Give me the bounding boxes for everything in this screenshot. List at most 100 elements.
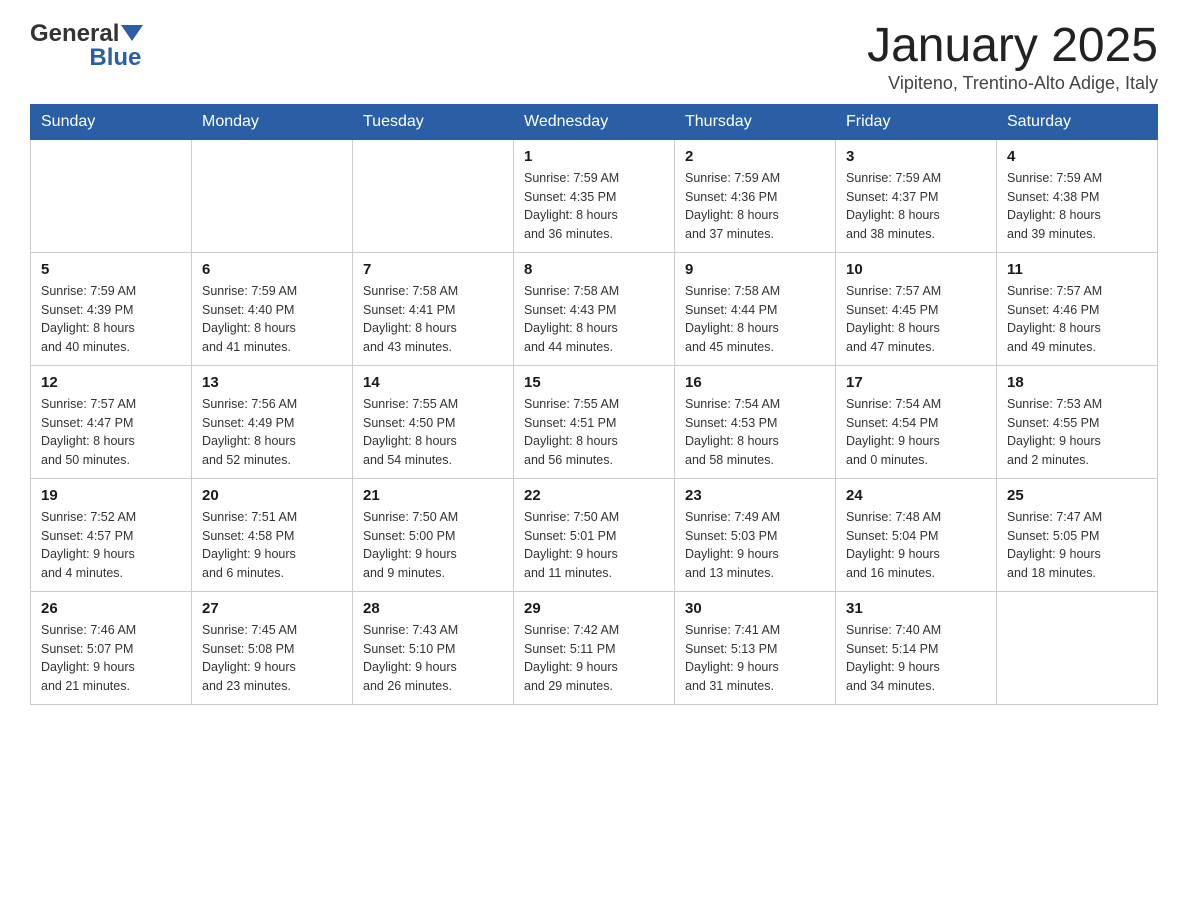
day-info: Sunrise: 7:51 AM Sunset: 4:58 PM Dayligh…	[202, 508, 342, 583]
day-info: Sunrise: 7:53 AM Sunset: 4:55 PM Dayligh…	[1007, 395, 1147, 470]
day-number: 9	[685, 261, 825, 278]
calendar-cell: 1 Sunrise: 7:59 AM Sunset: 4:35 PM Daylig…	[514, 139, 675, 252]
day-info: Sunrise: 7:48 AM Sunset: 5:04 PM Dayligh…	[846, 508, 986, 583]
day-number: 29	[524, 600, 664, 617]
calendar-cell: 10Sunrise: 7:57 AM Sunset: 4:45 PM Dayli…	[836, 252, 997, 365]
day-number: 26	[41, 600, 181, 617]
day-number: 5	[41, 261, 181, 278]
calendar-week-row: 19Sunrise: 7:52 AM Sunset: 4:57 PM Dayli…	[31, 478, 1158, 591]
calendar-cell: 8 Sunrise: 7:58 AM Sunset: 4:43 PM Daylig…	[514, 252, 675, 365]
day-number: 22	[524, 487, 664, 504]
calendar-week-row: 1 Sunrise: 7:59 AM Sunset: 4:35 PM Daylig…	[31, 139, 1158, 252]
day-info: Sunrise: 7:47 AM Sunset: 5:05 PM Dayligh…	[1007, 508, 1147, 583]
day-number: 21	[363, 487, 503, 504]
day-of-week-friday: Friday	[836, 104, 997, 139]
calendar-cell: 30 Sunrise: 7:41 AM Sunset: 5:13 PM Dayli…	[675, 591, 836, 704]
day-number: 4	[1007, 148, 1147, 165]
day-info: Sunrise: 7:55 AM Sunset: 4:51 PM Dayligh…	[524, 395, 664, 470]
day-number: 31	[846, 600, 986, 617]
day-number: 13	[202, 374, 342, 391]
day-of-week-sunday: Sunday	[31, 104, 192, 139]
calendar-cell: 24 Sunrise: 7:48 AM Sunset: 5:04 PM Dayli…	[836, 478, 997, 591]
title-area: January 2025 Vipiteno, Trentino-Alto Adi…	[867, 20, 1158, 94]
calendar-cell: 23Sunrise: 7:49 AM Sunset: 5:03 PM Dayli…	[675, 478, 836, 591]
day-number: 14	[363, 374, 503, 391]
day-info: Sunrise: 7:59 AM Sunset: 4:36 PM Dayligh…	[685, 169, 825, 244]
calendar-cell: 20 Sunrise: 7:51 AM Sunset: 4:58 PM Dayli…	[192, 478, 353, 591]
calendar-cell: 11Sunrise: 7:57 AM Sunset: 4:46 PM Dayli…	[997, 252, 1158, 365]
day-of-week-saturday: Saturday	[997, 104, 1158, 139]
calendar-week-row: 12Sunrise: 7:57 AM Sunset: 4:47 PM Dayli…	[31, 365, 1158, 478]
day-info: Sunrise: 7:58 AM Sunset: 4:44 PM Dayligh…	[685, 282, 825, 357]
day-number: 23	[685, 487, 825, 504]
calendar-cell: 16 Sunrise: 7:54 AM Sunset: 4:53 PM Dayli…	[675, 365, 836, 478]
day-info: Sunrise: 7:57 AM Sunset: 4:47 PM Dayligh…	[41, 395, 181, 470]
day-number: 20	[202, 487, 342, 504]
day-number: 24	[846, 487, 986, 504]
day-info: Sunrise: 7:50 AM Sunset: 5:01 PM Dayligh…	[524, 508, 664, 583]
calendar-cell	[997, 591, 1158, 704]
calendar-cell: 26 Sunrise: 7:46 AM Sunset: 5:07 PM Dayli…	[31, 591, 192, 704]
day-number: 8	[524, 261, 664, 278]
calendar-cell: 27Sunrise: 7:45 AM Sunset: 5:08 PM Dayli…	[192, 591, 353, 704]
day-number: 17	[846, 374, 986, 391]
day-info: Sunrise: 7:56 AM Sunset: 4:49 PM Dayligh…	[202, 395, 342, 470]
logo-arrow-icon	[121, 25, 143, 41]
calendar-week-row: 26 Sunrise: 7:46 AM Sunset: 5:07 PM Dayli…	[31, 591, 1158, 704]
day-info: Sunrise: 7:40 AM Sunset: 5:14 PM Dayligh…	[846, 621, 986, 696]
calendar-cell: 19Sunrise: 7:52 AM Sunset: 4:57 PM Dayli…	[31, 478, 192, 591]
calendar-cell: 2 Sunrise: 7:59 AM Sunset: 4:36 PM Daylig…	[675, 139, 836, 252]
calendar-cell: 18 Sunrise: 7:53 AM Sunset: 4:55 PM Dayli…	[997, 365, 1158, 478]
calendar-cell: 6Sunrise: 7:59 AM Sunset: 4:40 PM Daylig…	[192, 252, 353, 365]
day-info: Sunrise: 7:59 AM Sunset: 4:35 PM Dayligh…	[524, 169, 664, 244]
day-info: Sunrise: 7:50 AM Sunset: 5:00 PM Dayligh…	[363, 508, 503, 583]
location-subtitle: Vipiteno, Trentino-Alto Adige, Italy	[867, 73, 1158, 94]
day-number: 6	[202, 261, 342, 278]
page-header: General Blue January 2025 Vipiteno, Tren…	[30, 20, 1158, 94]
calendar-cell	[353, 139, 514, 252]
day-number: 16	[685, 374, 825, 391]
calendar-cell: 13 Sunrise: 7:56 AM Sunset: 4:49 PM Dayli…	[192, 365, 353, 478]
day-info: Sunrise: 7:46 AM Sunset: 5:07 PM Dayligh…	[41, 621, 181, 696]
day-number: 3	[846, 148, 986, 165]
day-number: 28	[363, 600, 503, 617]
day-of-week-monday: Monday	[192, 104, 353, 139]
day-info: Sunrise: 7:58 AM Sunset: 4:41 PM Dayligh…	[363, 282, 503, 357]
day-info: Sunrise: 7:58 AM Sunset: 4:43 PM Dayligh…	[524, 282, 664, 357]
calendar-cell: 29Sunrise: 7:42 AM Sunset: 5:11 PM Dayli…	[514, 591, 675, 704]
day-number: 1	[524, 148, 664, 165]
day-number: 25	[1007, 487, 1147, 504]
calendar-table: SundayMondayTuesdayWednesdayThursdayFrid…	[30, 104, 1158, 705]
day-number: 7	[363, 261, 503, 278]
day-of-week-wednesday: Wednesday	[514, 104, 675, 139]
day-number: 18	[1007, 374, 1147, 391]
month-title: January 2025	[867, 20, 1158, 73]
day-info: Sunrise: 7:45 AM Sunset: 5:08 PM Dayligh…	[202, 621, 342, 696]
day-info: Sunrise: 7:41 AM Sunset: 5:13 PM Dayligh…	[685, 621, 825, 696]
calendar-cell: 17 Sunrise: 7:54 AM Sunset: 4:54 PM Dayli…	[836, 365, 997, 478]
calendar-cell: 9 Sunrise: 7:58 AM Sunset: 4:44 PM Daylig…	[675, 252, 836, 365]
calendar-cell: 3 Sunrise: 7:59 AM Sunset: 4:37 PM Daylig…	[836, 139, 997, 252]
calendar-week-row: 5 Sunrise: 7:59 AM Sunset: 4:39 PM Daylig…	[31, 252, 1158, 365]
calendar-cell: 4Sunrise: 7:59 AM Sunset: 4:38 PM Daylig…	[997, 139, 1158, 252]
day-number: 30	[685, 600, 825, 617]
day-of-week-tuesday: Tuesday	[353, 104, 514, 139]
day-number: 15	[524, 374, 664, 391]
calendar-cell: 7 Sunrise: 7:58 AM Sunset: 4:41 PM Daylig…	[353, 252, 514, 365]
day-info: Sunrise: 7:54 AM Sunset: 4:54 PM Dayligh…	[846, 395, 986, 470]
calendar-cell: 28Sunrise: 7:43 AM Sunset: 5:10 PM Dayli…	[353, 591, 514, 704]
calendar-cell: 15 Sunrise: 7:55 AM Sunset: 4:51 PM Dayli…	[514, 365, 675, 478]
day-info: Sunrise: 7:52 AM Sunset: 4:57 PM Dayligh…	[41, 508, 181, 583]
calendar-cell: 21 Sunrise: 7:50 AM Sunset: 5:00 PM Dayli…	[353, 478, 514, 591]
calendar-cell: 22 Sunrise: 7:50 AM Sunset: 5:01 PM Dayli…	[514, 478, 675, 591]
days-of-week-row: SundayMondayTuesdayWednesdayThursdayFrid…	[31, 104, 1158, 139]
calendar-cell: 31 Sunrise: 7:40 AM Sunset: 5:14 PM Dayli…	[836, 591, 997, 704]
day-info: Sunrise: 7:59 AM Sunset: 4:39 PM Dayligh…	[41, 282, 181, 357]
calendar-body: 1 Sunrise: 7:59 AM Sunset: 4:35 PM Daylig…	[31, 139, 1158, 704]
day-number: 2	[685, 148, 825, 165]
day-info: Sunrise: 7:54 AM Sunset: 4:53 PM Dayligh…	[685, 395, 825, 470]
day-info: Sunrise: 7:59 AM Sunset: 4:37 PM Dayligh…	[846, 169, 986, 244]
calendar-cell	[192, 139, 353, 252]
day-info: Sunrise: 7:57 AM Sunset: 4:46 PM Dayligh…	[1007, 282, 1147, 357]
logo: General Blue	[30, 20, 143, 72]
